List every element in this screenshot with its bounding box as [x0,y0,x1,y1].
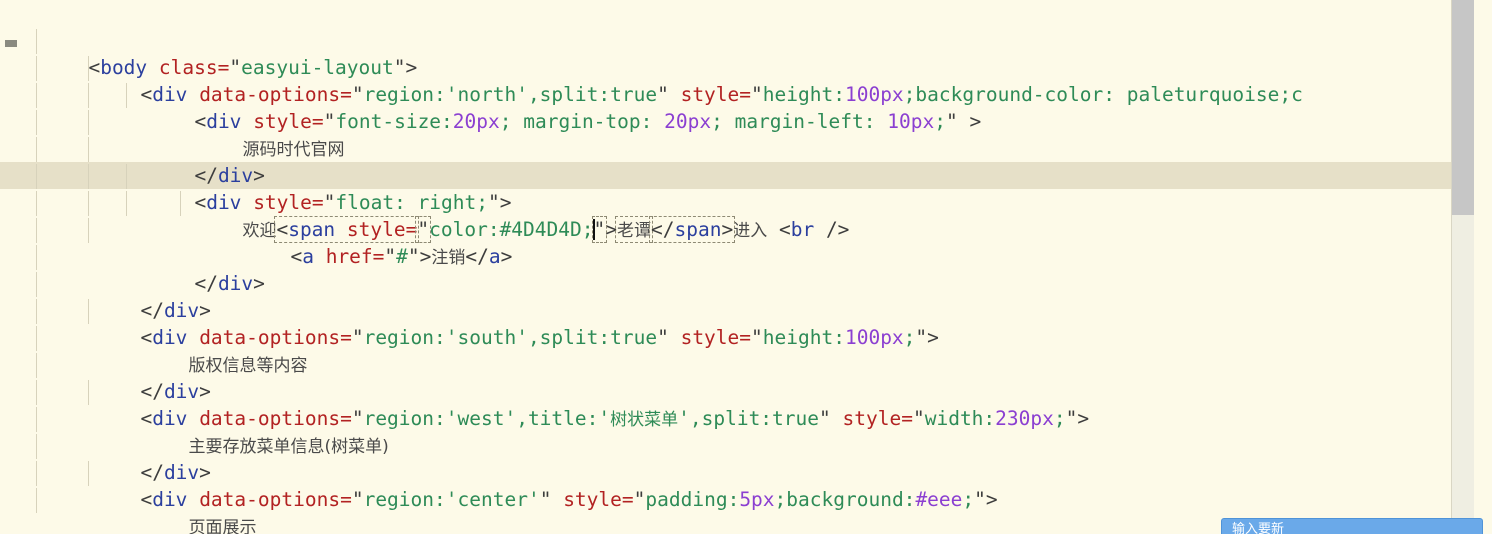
code-line-content: </div> [140,380,211,403]
match-highlight-inner-text: 老谭 [615,216,653,243]
match-highlight-close-tag: </span> [648,216,736,243]
ime-candidate-popup[interactable]: 输入要新 [1221,518,1483,534]
indent-guides [0,27,1452,54]
viewport-corner [0,0,16,10]
code-line-content: 主要存放菜单信息(树菜单) [188,437,389,457]
match-highlight-open-tag: <span style= [274,216,420,243]
code-line-content: </div> [194,272,265,295]
code-line-content: <div data-options="region:'south',split:… [140,326,939,349]
indent-guides [0,378,1452,405]
code-line-content: <a href="#">注销</a> [290,245,513,268]
scrollbar-marker-icon [5,40,17,47]
code-line-content: <div data-options="region:'west',title:'… [140,407,1090,430]
code-line-content: <div style="font-size:20px; margin-top: … [194,110,982,133]
code-line[interactable]: 页面展示 [0,459,1452,534]
indent-guides [0,459,1452,486]
code-text-area[interactable]: <body class="easyui-layout"> <div data-o… [0,0,1452,534]
code-line-content: 源码时代官网 [242,140,345,160]
vertical-scrollbar-thumb[interactable] [1452,0,1474,215]
match-highlight-close-quote: " [591,216,608,243]
code-line-content: 欢迎<span style="color:#4D4D4D;">老谭</span>… [242,216,850,243]
code-line-content: <div style="float: right;"> [194,191,512,214]
code-line[interactable]: 主要存放菜单信息(树菜单) [0,378,1452,457]
indent-guides [0,0,1452,27]
code-line-content: </div> [140,461,211,484]
code-line[interactable]: 版权信息等内容 [0,297,1452,376]
vertical-scrollbar[interactable] [1451,0,1474,534]
code-line[interactable]: <body class="easyui-layout"> [0,0,1452,79]
editor-outer-gutter [1473,0,1492,534]
code-line[interactable]: <div data-options="region:'north',split:… [0,27,1452,106]
match-highlight-quote: " [415,216,432,243]
code-line-content: </div> [140,299,211,322]
code-line-content: 页面展示 [188,518,257,534]
code-line-content: <div data-options="region:'north',split:… [140,83,1303,106]
code-editor[interactable]: <body class="easyui-layout"> <div data-o… [0,0,1492,534]
code-line-content: <div data-options="region:'center'" styl… [140,488,998,511]
code-line-content: 版权信息等内容 [188,356,308,376]
indent-guides [0,297,1452,324]
code-line-content: </div> [194,164,265,187]
text-caret [592,219,595,240]
code-line-content: <body class="easyui-layout"> [88,56,418,79]
